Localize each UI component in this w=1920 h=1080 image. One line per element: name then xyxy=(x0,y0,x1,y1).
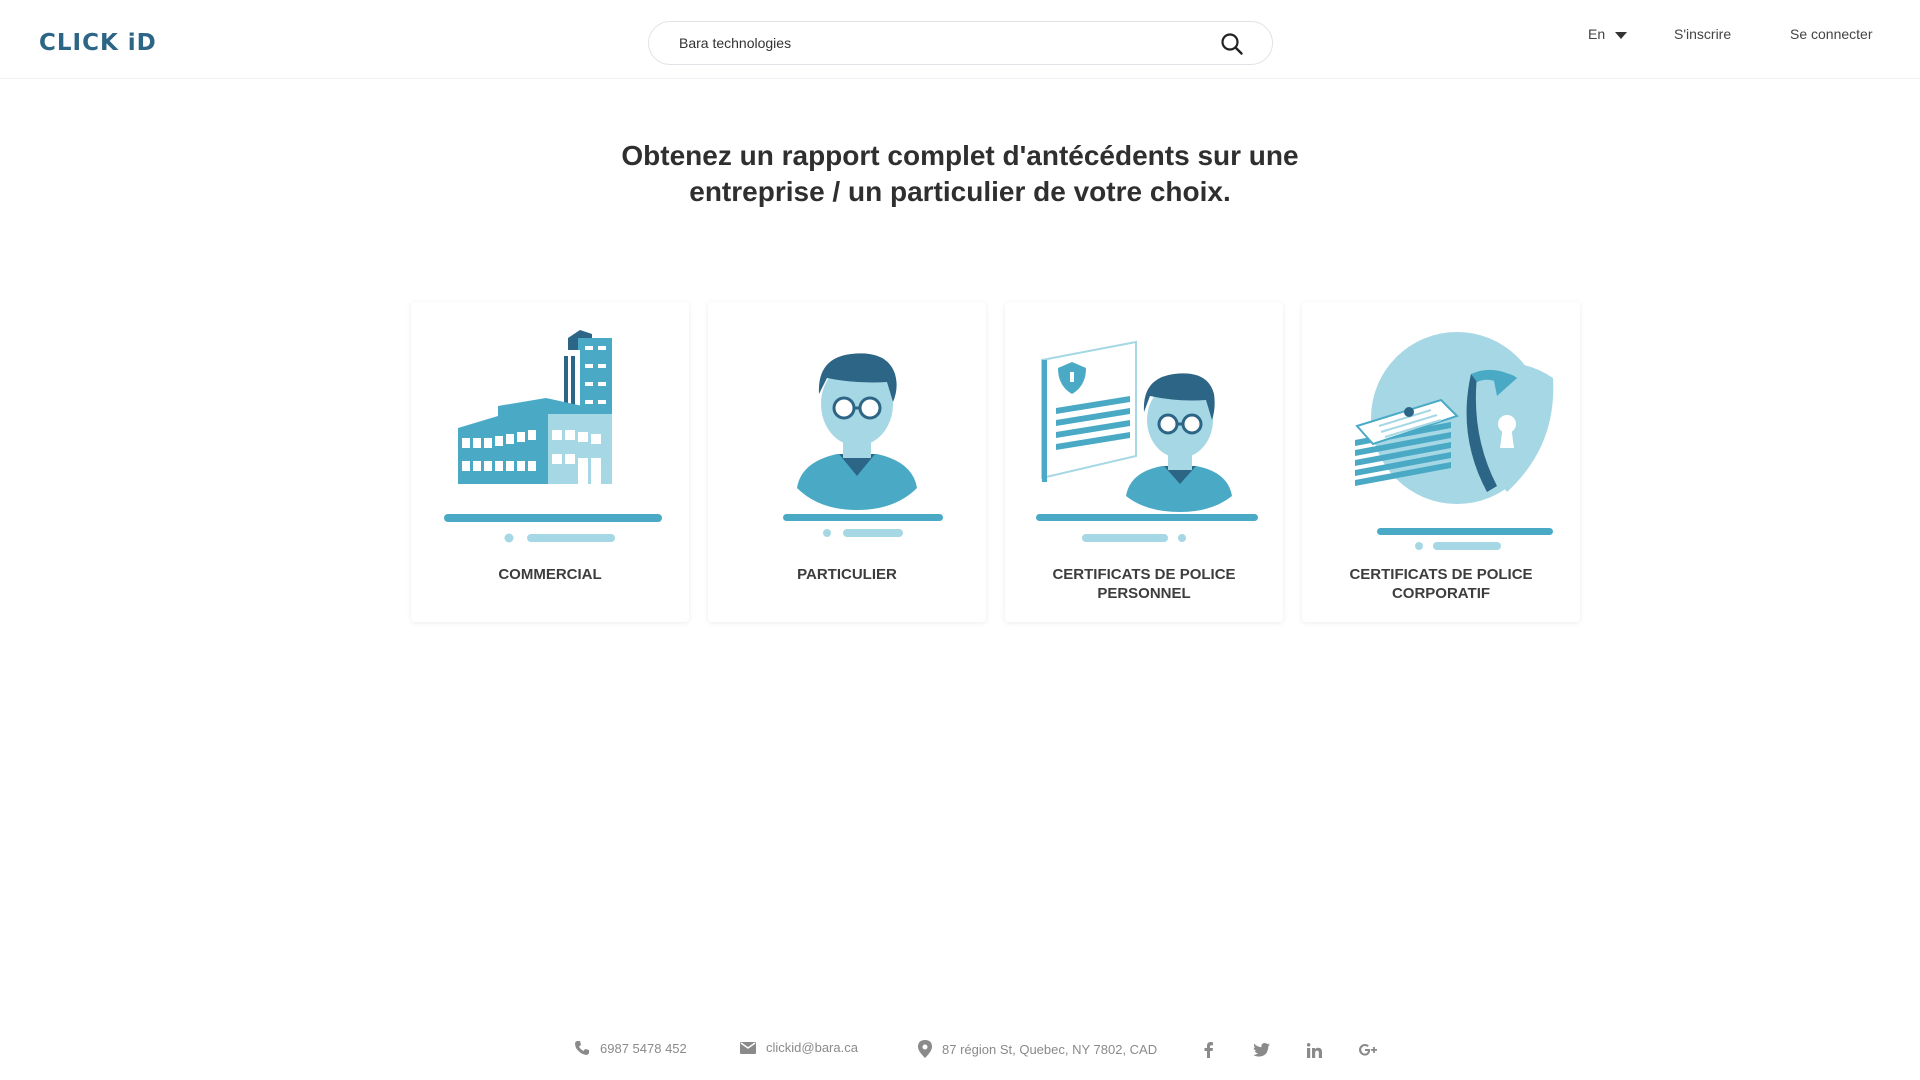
person-certificate-icon xyxy=(1036,340,1258,542)
card-police-corporatif[interactable]: CERTIFICATS DE POLICE CORPORATIF xyxy=(1302,302,1580,622)
footer-email[interactable]: clickid@bara.ca xyxy=(740,1040,858,1055)
language-label: En xyxy=(1588,26,1606,42)
signup-link[interactable]: S'inscrire xyxy=(1674,26,1731,42)
card-label: COMMERCIAL xyxy=(498,566,602,583)
phone-icon xyxy=(575,1041,589,1055)
location-pin-icon xyxy=(918,1040,932,1058)
header: CLICK iD En S'inscrire Se connecter xyxy=(0,0,1920,79)
mail-icon xyxy=(740,1041,756,1054)
card-label: PARTICULIER xyxy=(797,566,897,583)
card-label: CERTIFICATS DE POLICE PERSONNEL xyxy=(1052,566,1236,602)
card-police-personnel[interactable]: CERTIFICATS DE POLICE PERSONNEL xyxy=(1005,302,1283,622)
search-bar xyxy=(648,21,1273,65)
linkedin-link[interactable] xyxy=(1304,1040,1324,1060)
building-icon xyxy=(444,330,662,543)
twitter-icon xyxy=(1252,1043,1270,1057)
search-icon xyxy=(1221,33,1243,55)
address-text: 87 région St, Quebec, NY 7802, CAD xyxy=(942,1041,1158,1057)
search-input[interactable] xyxy=(679,22,1199,64)
documents-shield-icon xyxy=(1355,332,1554,550)
card-particulier[interactable]: PARTICULIER xyxy=(708,302,986,622)
twitter-link[interactable] xyxy=(1251,1040,1271,1060)
card-label: CERTIFICATS DE POLICE CORPORATIF xyxy=(1349,566,1533,602)
footer-address[interactable]: 87 région St, Quebec, NY 7802, CAD xyxy=(918,1040,1157,1058)
email-text: clickid@bara.ca xyxy=(766,1040,858,1055)
page-title: Obtenez un rapport complet d'antécédents… xyxy=(621,140,1299,207)
logo[interactable]: CLICK iD xyxy=(39,30,157,56)
login-link[interactable]: Se connecter xyxy=(1790,26,1873,42)
google-plus-icon xyxy=(1359,1044,1377,1056)
language-selector[interactable]: En xyxy=(1588,26,1628,42)
linkedin-icon xyxy=(1306,1042,1322,1058)
search-button[interactable] xyxy=(1220,32,1244,56)
caret-down-icon xyxy=(1615,31,1628,39)
person-icon xyxy=(783,353,943,537)
phone-text: 6987 5478 452 xyxy=(600,1040,687,1056)
card-commercial[interactable]: COMMERCIAL xyxy=(411,302,689,622)
facebook-link[interactable] xyxy=(1198,1040,1218,1060)
facebook-icon xyxy=(1204,1042,1213,1058)
footer-phone[interactable]: 6987 5478 452 xyxy=(574,1040,687,1056)
google-plus-link[interactable] xyxy=(1358,1040,1378,1060)
footer: 6987 5478 452 clickid@bara.ca 87 région … xyxy=(0,1040,1920,1064)
category-cards: COMMERCIAL PARTICULIER CERTIFICATS DE PO… xyxy=(411,302,1581,622)
